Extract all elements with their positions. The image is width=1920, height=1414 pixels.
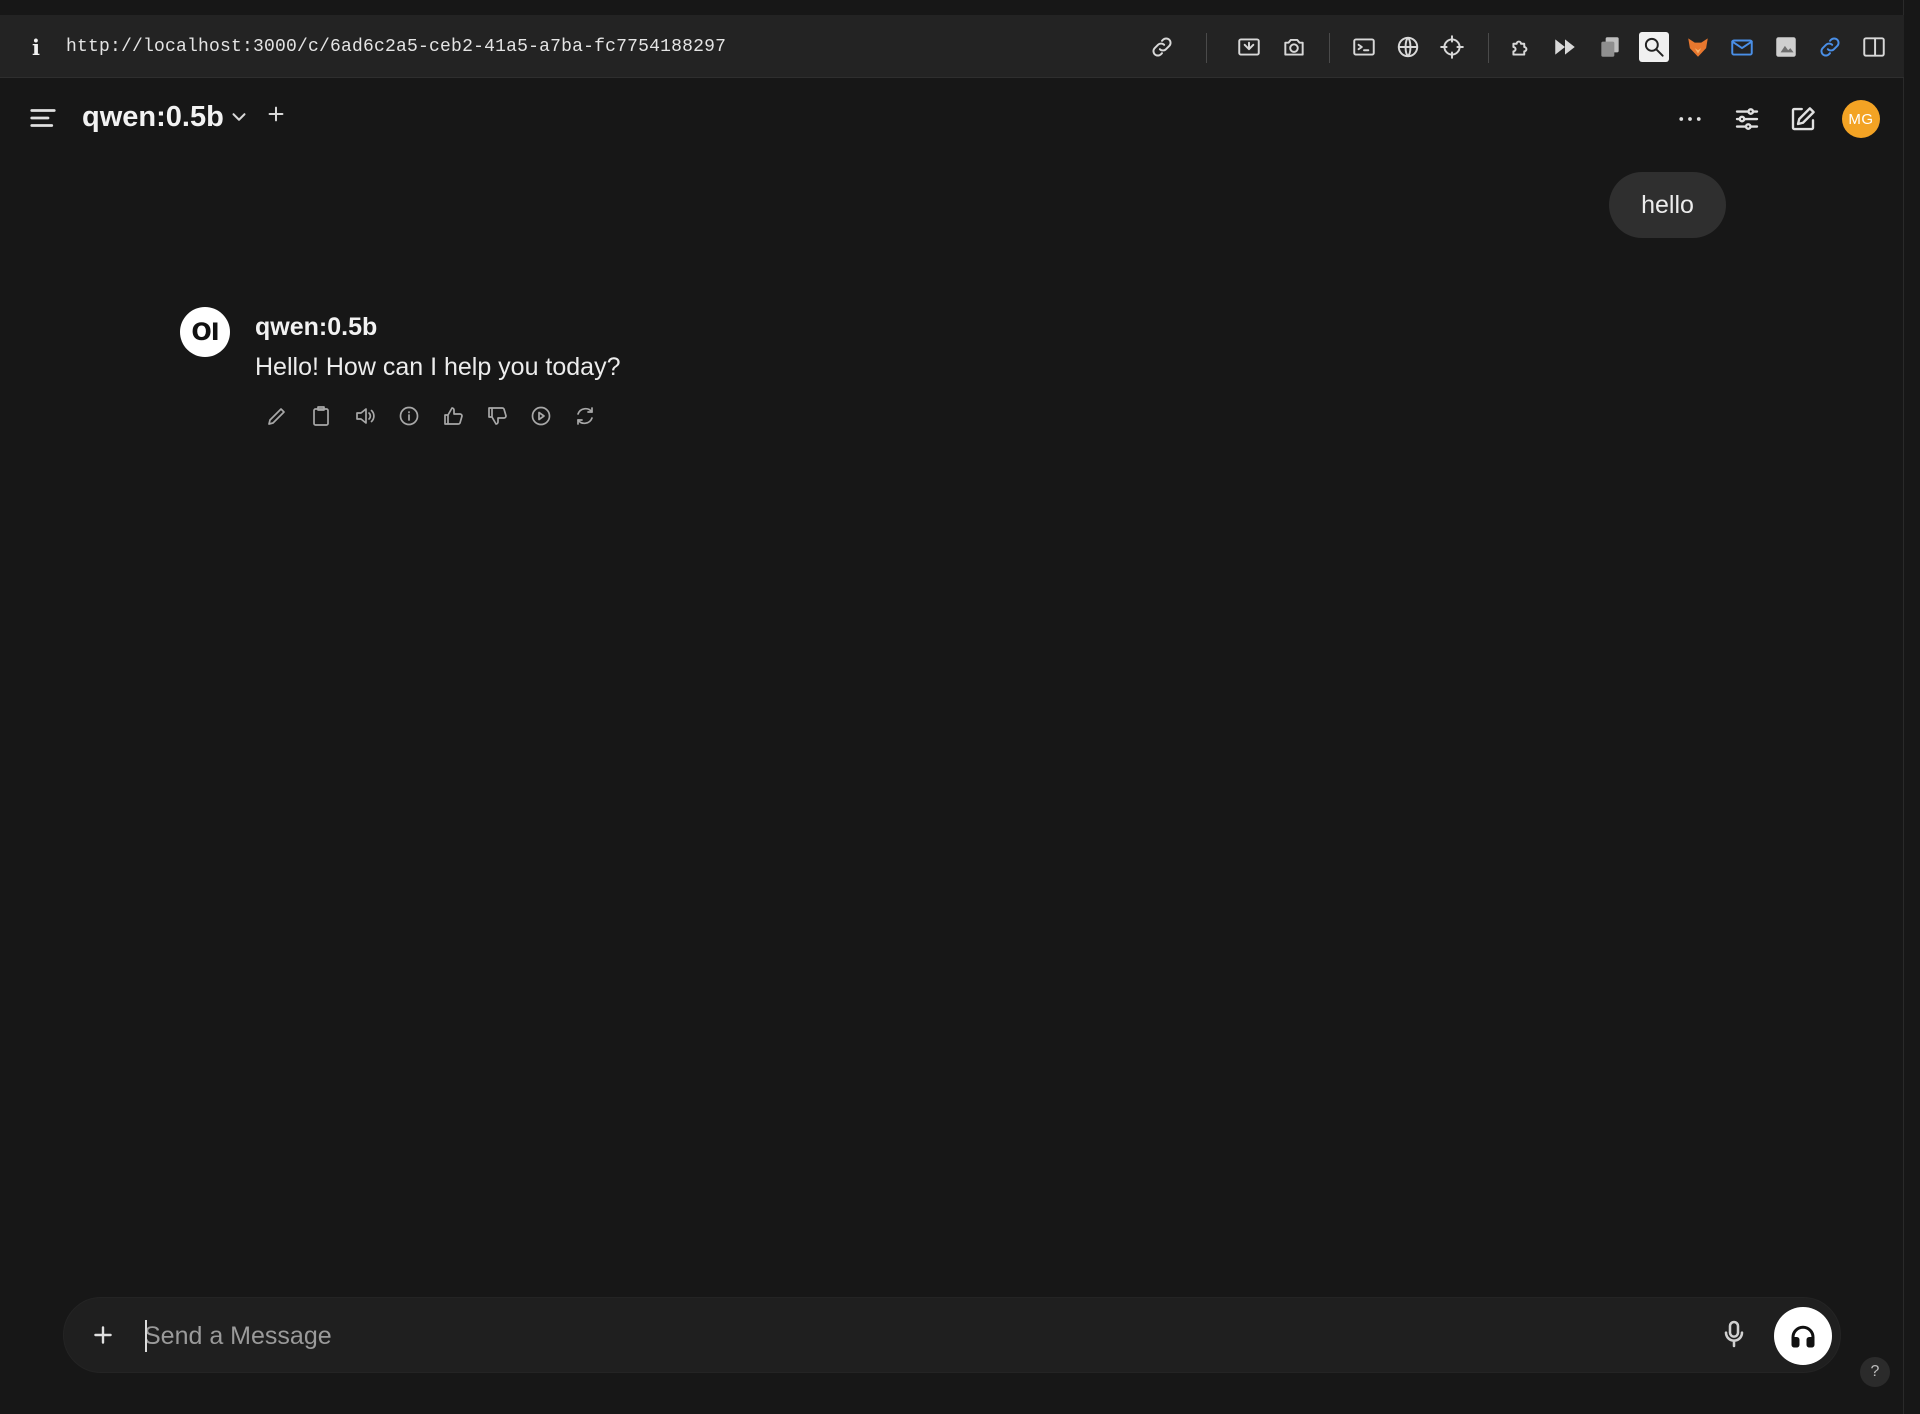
extension-icon[interactable] xyxy=(1506,32,1536,62)
assistant-message-text: Hello! How can I help you today? xyxy=(255,353,621,381)
copy-icon[interactable] xyxy=(1595,32,1625,62)
toolbar-divider xyxy=(1488,33,1489,63)
terminal-icon[interactable] xyxy=(1349,32,1379,62)
chat-header: qwen:0.5b MG xyxy=(0,79,1904,159)
user-avatar[interactable]: MG xyxy=(1842,100,1880,138)
address-bar-url[interactable]: http://localhost:3000/c/6ad6c2a5-ceb2-41… xyxy=(66,37,726,57)
message-composer xyxy=(63,1297,1841,1373)
mail-icon[interactable] xyxy=(1727,32,1757,62)
chevron-down-icon[interactable] xyxy=(228,106,254,132)
forward-icon[interactable] xyxy=(1550,32,1580,62)
microphone-icon[interactable] xyxy=(1718,1318,1752,1354)
headphones-icon xyxy=(1791,1325,1815,1348)
thumbs-down-icon[interactable] xyxy=(482,401,512,431)
text-caret xyxy=(145,1320,147,1352)
fox-icon[interactable] xyxy=(1683,32,1713,62)
app-window: i http://localhost:3000/c/6ad6c2a5-ceb2-… xyxy=(0,0,1904,1414)
edit-icon[interactable] xyxy=(262,401,292,431)
info-icon[interactable] xyxy=(394,401,424,431)
sidebar-menu-icon[interactable] xyxy=(28,103,62,135)
search-icon[interactable] xyxy=(1639,32,1669,62)
user-message-bubble: hello xyxy=(1609,172,1726,238)
crosshair-icon[interactable] xyxy=(1437,32,1467,62)
toolbar-divider xyxy=(1329,33,1330,63)
screenshot-icon[interactable] xyxy=(1234,32,1264,62)
link-icon[interactable] xyxy=(1815,32,1845,62)
sidebar-toggle-icon[interactable] xyxy=(1859,32,1889,62)
copy-icon[interactable] xyxy=(306,401,336,431)
voice-call-button[interactable] xyxy=(1774,1307,1832,1365)
add-model-icon[interactable] xyxy=(265,103,291,129)
settings-sliders-icon[interactable] xyxy=(1728,100,1766,138)
new-chat-icon[interactable] xyxy=(1784,100,1822,138)
globe-icon[interactable] xyxy=(1393,32,1423,62)
link-icon[interactable] xyxy=(1147,32,1177,62)
site-info-icon[interactable]: i xyxy=(26,35,46,60)
assistant-model-name: qwen:0.5b xyxy=(255,313,378,341)
camera-icon[interactable] xyxy=(1279,32,1309,62)
help-button[interactable]: ? xyxy=(1860,1357,1890,1387)
attach-plus-icon[interactable] xyxy=(90,1322,118,1350)
regenerate-icon[interactable] xyxy=(570,401,600,431)
message-input[interactable] xyxy=(144,1312,1644,1360)
speaker-icon[interactable] xyxy=(350,401,380,431)
thumbs-up-icon[interactable] xyxy=(438,401,468,431)
image-icon[interactable] xyxy=(1771,32,1801,62)
browser-toolbar: i http://localhost:3000/c/6ad6c2a5-ceb2-… xyxy=(0,15,1904,78)
toolbar-divider xyxy=(1206,33,1207,63)
assistant-logo: OI xyxy=(180,307,230,357)
more-options-icon[interactable] xyxy=(1671,100,1709,138)
model-selector-title[interactable]: qwen:0.5b xyxy=(82,101,224,134)
play-icon[interactable] xyxy=(526,401,556,431)
